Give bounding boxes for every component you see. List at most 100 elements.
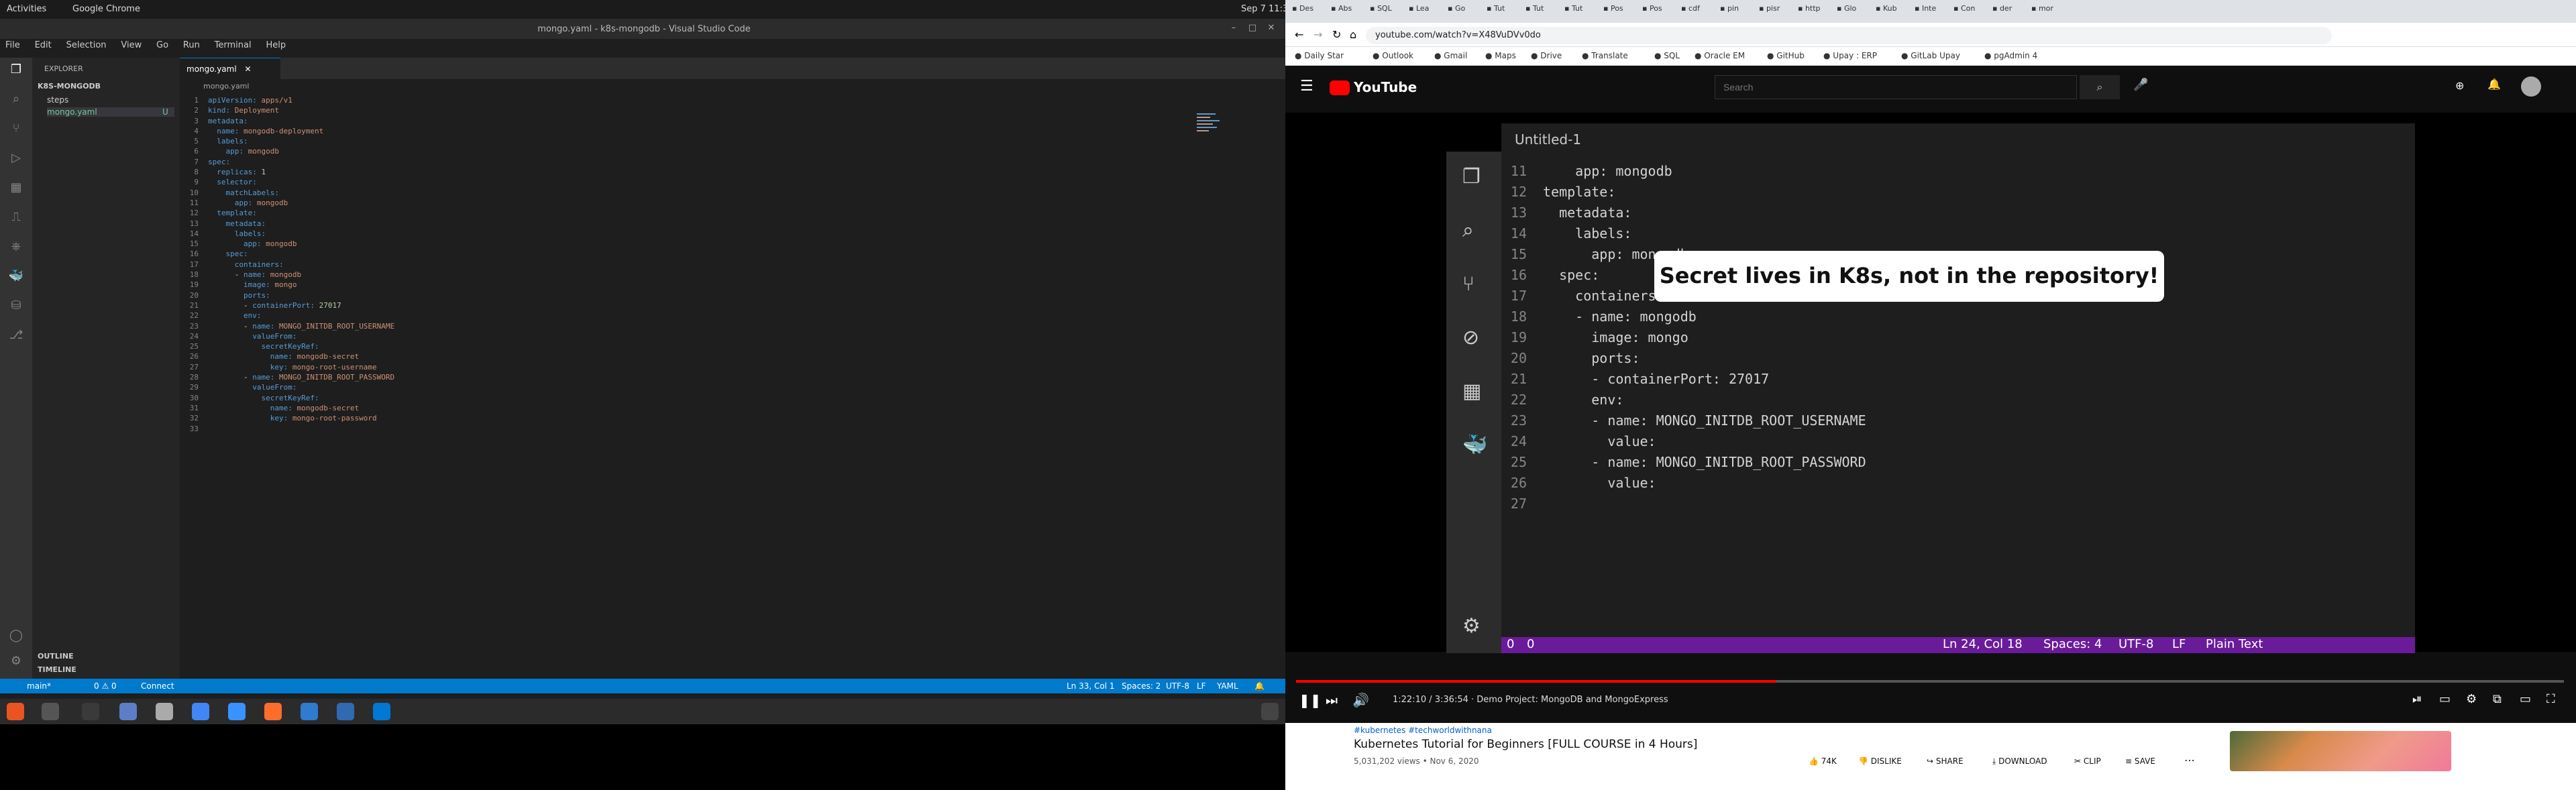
apps-icon[interactable] xyxy=(42,703,59,720)
browser-tab[interactable]: ▪ mor xyxy=(2031,4,2068,20)
minimap[interactable] xyxy=(1197,111,1224,152)
mic-icon[interactable]: 🎤 xyxy=(2133,78,2148,92)
maximize-icon[interactable]: □ xyxy=(1246,23,1258,35)
more-icon[interactable]: ⋯ xyxy=(2184,754,2195,767)
back-icon[interactable]: ← xyxy=(1295,28,1303,41)
bookmark-item[interactable]: ● Gmail xyxy=(1434,51,1467,60)
browser-tab[interactable]: ▪ pisr xyxy=(1759,4,1795,20)
extensions-icon[interactable]: ▦ xyxy=(8,180,24,196)
search-input[interactable] xyxy=(1715,75,2077,99)
subtitles-icon[interactable]: ▭ xyxy=(2439,692,2451,706)
vscode-icon[interactable] xyxy=(228,703,246,720)
show-apps-icon[interactable] xyxy=(1261,703,1279,720)
files-icon[interactable] xyxy=(119,703,137,720)
browser-tab[interactable]: ▪ cdf xyxy=(1681,4,1717,20)
source-control-icon[interactable]: ⑂ xyxy=(8,121,24,137)
download-button[interactable]: ⤓ DOWNLOAD xyxy=(1992,756,2047,767)
browser-tab[interactable]: ▪ Kub xyxy=(1876,4,1912,20)
clip-button[interactable]: ✂ CLIP xyxy=(2074,756,2101,766)
share-button[interactable]: ↪ SHARE xyxy=(1927,756,1964,766)
bookmark-item[interactable]: ● Upay : ERP xyxy=(1823,51,1877,60)
like-button[interactable]: 👍 74K xyxy=(1809,756,1837,766)
terminal-icon[interactable] xyxy=(82,703,99,720)
postman-icon[interactable] xyxy=(264,703,282,720)
browser-tab[interactable]: ▪ Tut xyxy=(1564,4,1601,20)
browser-tab[interactable]: ▪ Pos xyxy=(1642,4,1678,20)
chrome-icon[interactable] xyxy=(192,703,209,720)
home-icon[interactable]: ⌂ xyxy=(1350,28,1356,41)
ubuntu-icon[interactable] xyxy=(7,703,24,720)
hamburger-icon[interactable]: ☰ xyxy=(1300,78,1313,95)
browser-tab[interactable]: ▪ Abs xyxy=(1331,4,1367,20)
connect-status[interactable]: Connect xyxy=(141,681,174,691)
encoding-status[interactable]: UTF-8 xyxy=(1166,681,1189,691)
fullscreen-icon[interactable]: ⛶ xyxy=(2546,692,2555,706)
kubernetes-icon[interactable]: ⎈ xyxy=(8,239,24,255)
database-icon[interactable]: ⛁ xyxy=(8,298,24,314)
remote-icon[interactable]: ⎍ xyxy=(8,209,24,225)
bookmark-item[interactable]: ● Daily Star xyxy=(1295,51,1344,60)
bell-icon[interactable]: 🔔 xyxy=(1254,681,1265,691)
settings-icon[interactable]: ⚙ xyxy=(2466,692,2477,706)
docker-icon[interactable]: 🐳 xyxy=(8,268,24,284)
miniplayer-icon[interactable]: ⧉ xyxy=(2493,692,2502,706)
reload-icon[interactable]: ↻ xyxy=(1332,28,1341,41)
menu-go[interactable]: Go xyxy=(156,40,168,50)
breadcrumb[interactable]: mongo.yaml xyxy=(203,82,249,91)
browser-tab[interactable]: ▪ http xyxy=(1798,4,1834,20)
hashtags[interactable]: #kubernetes #techworldwithnana xyxy=(1354,726,1492,735)
timeline-section[interactable]: TIMELINE xyxy=(38,665,76,674)
youtube-logo-icon[interactable] xyxy=(1330,80,1350,95)
next-icon[interactable]: ⏭ xyxy=(1326,692,1338,708)
indent-status[interactable]: Spaces: 2 xyxy=(1122,681,1161,691)
menu-help[interactable]: Help xyxy=(266,40,286,50)
folder-steps[interactable]: steps xyxy=(47,95,68,105)
bookmark-item[interactable]: ● Maps xyxy=(1485,51,1516,60)
browser-tab[interactable]: ▪ Pos xyxy=(1603,4,1640,20)
menu-selection[interactable]: Selection xyxy=(66,40,107,50)
browser-tab[interactable]: ▪ Con xyxy=(1953,4,1990,20)
gitlens-icon[interactable]: ⎇ xyxy=(8,327,24,343)
problems-status[interactable]: 0 ⚠ 0 xyxy=(94,681,117,691)
recommended-thumbnail[interactable] xyxy=(2230,731,2451,771)
code-editor[interactable]: 1 apiVersion: apps/v1 2 kind: Deployment 3 me… xyxy=(180,95,1199,434)
bookmark-item[interactable]: ● Drive xyxy=(1531,51,1562,60)
project-folder[interactable]: K8S-MONGODB xyxy=(38,82,101,91)
app-icon[interactable] xyxy=(337,703,354,720)
app-menu[interactable]: Google Chrome xyxy=(72,4,140,14)
close-icon[interactable]: ✕ xyxy=(1265,23,1277,35)
search-icon[interactable]: ⌕ xyxy=(8,91,24,107)
save-button[interactable]: ≡ SAVE xyxy=(2125,756,2155,766)
close-tab-icon[interactable]: ✕ xyxy=(245,64,252,74)
browser-tab[interactable]: ▪ Lea xyxy=(1409,4,1445,20)
browser-tab[interactable]: ▪ Go xyxy=(1448,4,1484,20)
account-icon[interactable]: ◯ xyxy=(8,628,24,644)
folder-icon[interactable] xyxy=(156,703,173,720)
bookmark-item[interactable]: ● pgAdmin 4 xyxy=(1984,51,2037,60)
search-icon[interactable]: ⌕ xyxy=(2080,75,2120,99)
file-mongo-yaml[interactable]: mongo.yaml xyxy=(47,107,174,117)
browser-tab[interactable]: ▪ SQL xyxy=(1370,4,1406,20)
cursor-position[interactable]: Ln 33, Col 1 xyxy=(1067,681,1115,691)
run-debug-icon[interactable]: ▷ xyxy=(8,150,24,166)
bookmark-item[interactable]: ● SQL xyxy=(1654,51,1680,60)
bookmark-item[interactable]: ● Translate xyxy=(1582,51,1628,60)
avatar[interactable] xyxy=(2521,76,2541,97)
menu-view[interactable]: View xyxy=(121,40,142,50)
autoplay-icon[interactable]: ⏯ xyxy=(2412,692,2422,706)
dislike-button[interactable]: 👎 DISLIKE xyxy=(1858,756,1902,766)
address-bar[interactable]: youtube.com/watch?v=X48VuDVv0do xyxy=(1366,27,2332,44)
menu-terminal[interactable]: Terminal xyxy=(215,40,252,50)
language-status[interactable]: YAML xyxy=(1217,681,1238,691)
outline-section[interactable]: OUTLINE xyxy=(38,652,74,661)
theater-icon[interactable]: ▭ xyxy=(2520,692,2531,706)
browser-tab[interactable]: ▪ Tut xyxy=(1525,4,1562,20)
browser-tab[interactable]: ▪ der xyxy=(1992,4,2029,20)
volume-icon[interactable]: 🔊 xyxy=(1352,692,1369,708)
activities-button[interactable]: Activities xyxy=(7,4,46,14)
gear-icon[interactable]: ⚙ xyxy=(8,653,24,669)
menu-run[interactable]: Run xyxy=(183,40,200,50)
tab-mongo-yaml[interactable]: mongo.yaml ✕ xyxy=(180,58,280,79)
explorer-icon[interactable]: ❐ xyxy=(8,62,24,78)
remote-desktop-icon[interactable] xyxy=(301,703,318,720)
